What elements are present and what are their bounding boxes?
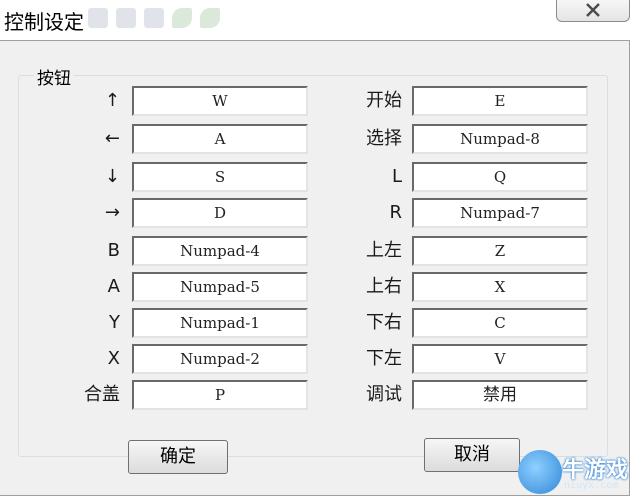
key-field-lid[interactable]: P (132, 380, 308, 410)
window-title: 控制设定 (4, 10, 84, 34)
key-field-right[interactable]: D (132, 198, 308, 228)
background-toolbar-icons (88, 8, 220, 28)
key-field-up-left[interactable]: Z (412, 236, 588, 266)
site-watermark: 牛游戏 niuyx.com (518, 446, 640, 500)
row-label-right: → (104, 202, 120, 223)
watermark-url: niuyx.com (564, 480, 619, 491)
key-field-up-right[interactable]: X (412, 272, 588, 302)
stop-icon (116, 8, 136, 28)
row-label-start: 开始 (366, 90, 402, 111)
title-bar: 控制设定 (0, 0, 640, 40)
play-icon (88, 8, 108, 28)
cancel-button[interactable]: 取消 (424, 438, 520, 472)
close-button[interactable] (556, 0, 630, 22)
key-field-y[interactable]: Numpad-1 (132, 308, 308, 338)
key-field-up[interactable]: W (132, 86, 308, 116)
ok-button[interactable]: 确定 (128, 440, 228, 474)
watermark-logo-icon (518, 450, 562, 494)
row-label-x: X (107, 348, 120, 369)
row-label-r: R (389, 202, 402, 223)
row-label-up-left: 上左 (366, 240, 402, 261)
row-label-up-right: 上右 (366, 276, 402, 297)
key-field-x[interactable]: Numpad-2 (132, 344, 308, 374)
row-label-down: ↓ (104, 166, 120, 187)
row-label-select: 选择 (366, 128, 402, 149)
key-field-start[interactable]: E (412, 86, 588, 116)
row-label-lid: 合盖 (84, 384, 120, 405)
key-field-l[interactable]: Q (412, 162, 588, 192)
row-label-left: ← (104, 128, 120, 149)
key-field-a[interactable]: Numpad-5 (132, 272, 308, 302)
row-label-up: ↑ (104, 90, 120, 111)
row-label-l: L (391, 166, 402, 187)
row-label-y: Y (109, 312, 120, 333)
close-icon (586, 3, 600, 17)
key-field-b[interactable]: Numpad-4 (132, 236, 308, 266)
key-field-down[interactable]: S (132, 162, 308, 192)
rewind-icon (144, 8, 164, 28)
row-label-a: A (107, 276, 120, 297)
key-field-down-right[interactable]: C (412, 308, 588, 338)
key-field-left[interactable]: A (132, 124, 308, 154)
debug-field[interactable]: 禁用 (412, 380, 588, 410)
leaf-icon (172, 8, 192, 28)
key-field-r[interactable]: Numpad-7 (412, 198, 588, 228)
key-field-down-left[interactable]: V (412, 344, 588, 374)
row-label-down-left: 下左 (366, 348, 402, 369)
row-label-b: B (107, 240, 120, 261)
leaf-icon (200, 8, 220, 28)
key-field-select[interactable]: Numpad-8 (412, 124, 588, 154)
row-label-down-right: 下右 (366, 312, 402, 333)
row-label-debug: 调试 (366, 384, 402, 405)
